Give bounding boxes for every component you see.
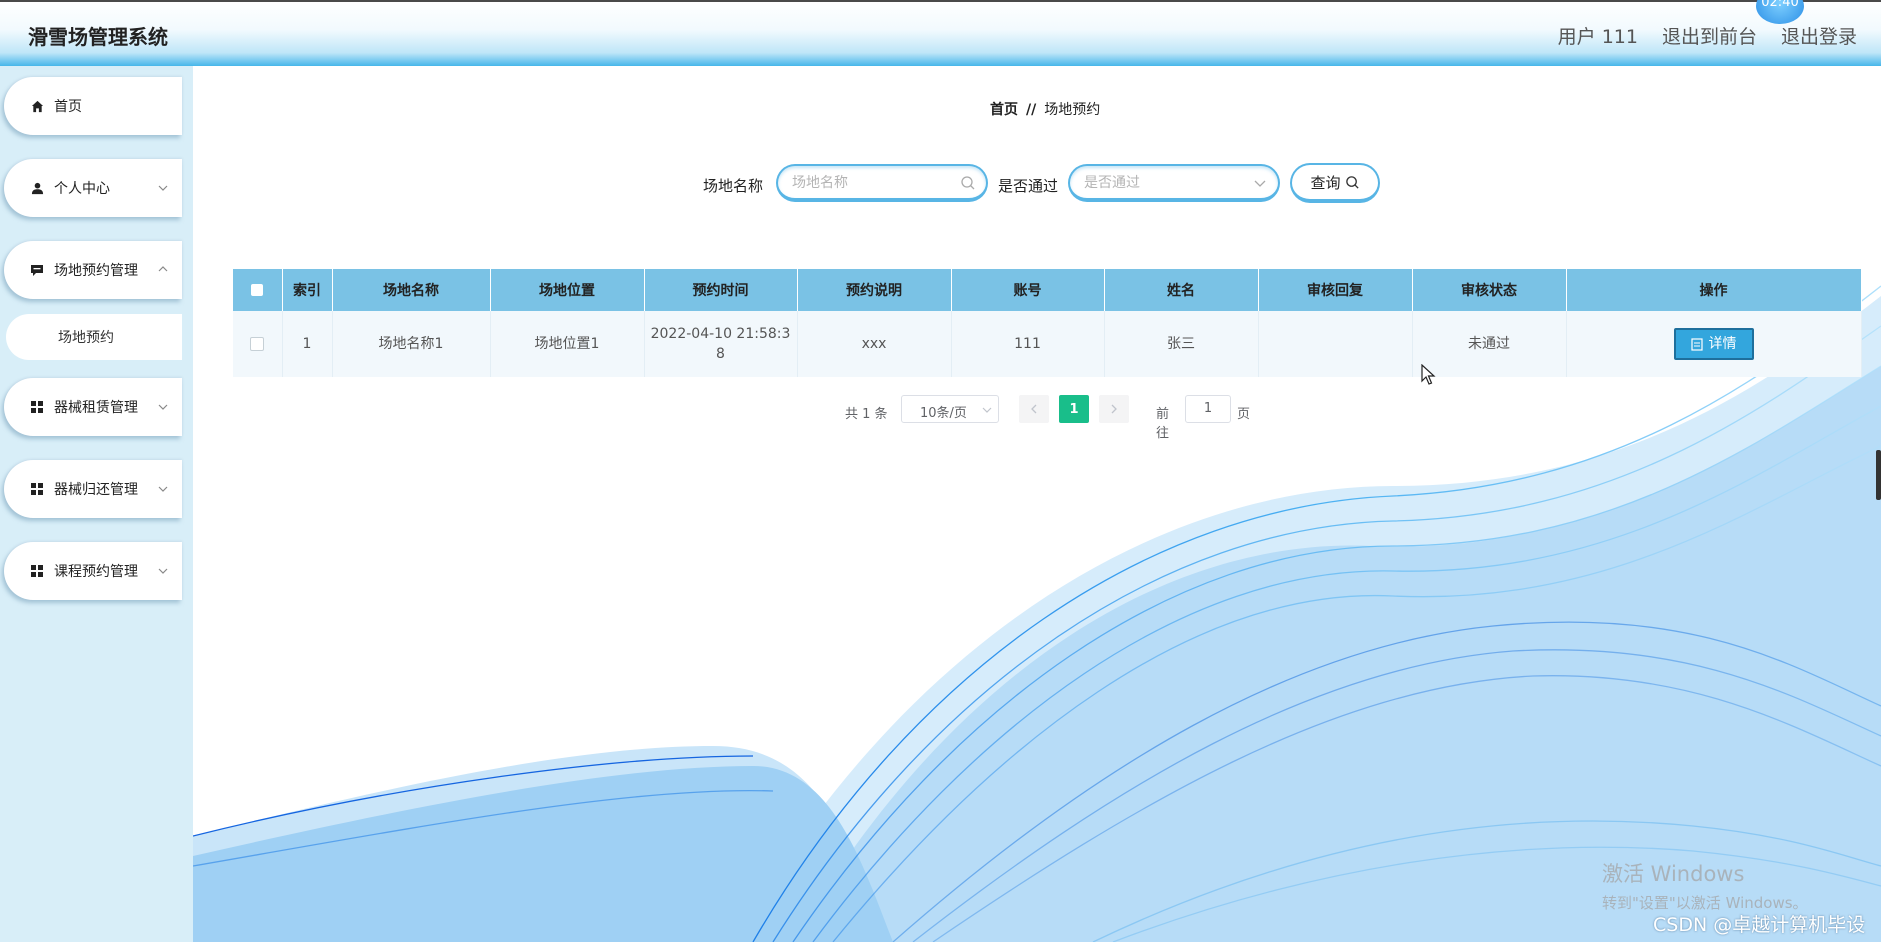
booking-table: 索引 场地名称 场地位置 预约时间 预约说明 账号 姓名 审核回复 审核状态 操… (233, 269, 1862, 377)
table-header-row: 索引 场地名称 场地位置 预约时间 预约说明 账号 姓名 审核回复 审核状态 操… (233, 269, 1862, 311)
cell-reply (1258, 311, 1413, 377)
page-number-active[interactable]: 1 (1059, 395, 1089, 423)
cell-index: 1 (282, 311, 333, 377)
top-edge (0, 0, 1881, 2)
chevron-left-icon (1031, 404, 1037, 414)
chevron-down-icon (1254, 180, 1266, 187)
column-header: 审核状态 (1412, 269, 1567, 311)
sidebar-item-label: 场地预约管理 (54, 263, 138, 279)
chevron-right-icon (1111, 404, 1117, 414)
pass-status-placeholder: 是否通过 (1084, 175, 1140, 191)
column-header: 姓名 (1104, 269, 1259, 311)
search-icon (1345, 175, 1359, 189)
breadcrumb-separator: // (1026, 102, 1037, 118)
cell-venue-location: 场地位置1 (490, 311, 645, 377)
cell-account: 111 (951, 311, 1105, 377)
grid-icon (30, 400, 44, 414)
breadcrumb: 首页 // 场地预约 (990, 99, 1100, 119)
column-header: 场地名称 (332, 269, 491, 311)
sidebar-item-label: 个人中心 (54, 181, 110, 197)
breadcrumb-current: 场地预约 (1044, 102, 1101, 118)
select-all-cell[interactable] (233, 269, 283, 311)
search-icon (961, 176, 975, 190)
document-icon (1690, 337, 1703, 351)
user-label: 用户 111 (1557, 26, 1638, 48)
chat-icon (30, 263, 44, 277)
page-size-select[interactable]: 10条/页 (901, 395, 999, 423)
venue-name-placeholder: 场地名称 (792, 175, 848, 191)
select-all-checkbox[interactable] (251, 284, 264, 296)
pass-status-label: 是否通过 (998, 177, 1059, 195)
sidebar: 首页 个人中心 场地预约管理 场地预约 器械租赁管理 器械归还管理 课程预约管理 (0, 66, 193, 942)
sidebar-item-equipment-rental[interactable]: 器械租赁管理 (4, 378, 182, 436)
page-size-value: 10条/页 (920, 406, 967, 421)
chevron-up-icon (158, 266, 168, 272)
mouse-cursor-icon (1421, 364, 1436, 385)
sidebar-item-profile[interactable]: 个人中心 (4, 159, 182, 217)
column-header: 场地位置 (490, 269, 645, 311)
cell-venue-name: 场地名称1 (332, 311, 491, 377)
windows-activation-watermark: 激活 Windows 转到"设置"以激活 Windows。 (1602, 858, 1808, 913)
query-button-label: 查询 (1310, 173, 1341, 192)
home-icon (30, 99, 44, 113)
cell-note: xxx (797, 311, 952, 377)
sidebar-item-label: 首页 (54, 99, 82, 115)
detail-button-label: 详情 (1708, 336, 1737, 352)
chevron-down-icon (158, 568, 168, 574)
column-header: 预约说明 (797, 269, 952, 311)
user-icon (30, 181, 44, 195)
chevron-down-icon (158, 185, 168, 191)
csdn-watermark: CSDN @卓越计算机毕设 (1653, 914, 1866, 936)
cell-name: 张三 (1104, 311, 1259, 377)
column-header: 预约时间 (644, 269, 798, 311)
to-frontend-link[interactable]: 退出到前台 (1662, 22, 1757, 49)
detail-button[interactable]: 详情 (1673, 328, 1754, 360)
page-suffix: 页 (1237, 407, 1251, 422)
chevron-down-icon (158, 486, 168, 492)
sidebar-item-venue-booking[interactable]: 场地预约管理 (4, 241, 182, 299)
column-header: 账号 (951, 269, 1105, 311)
grid-icon (30, 564, 44, 578)
grid-icon (30, 482, 44, 496)
column-header: 操作 (1566, 269, 1862, 311)
pagination-total: 共 1 条 (845, 407, 888, 422)
row-checkbox[interactable] (250, 337, 265, 351)
chevron-down-icon (158, 404, 168, 410)
cell-booking-time: 2022-04-10 21:58:3 8 (644, 311, 798, 377)
sidebar-item-equipment-return[interactable]: 器械归还管理 (4, 460, 182, 518)
sidebar-item-course-booking[interactable]: 课程预约管理 (4, 542, 182, 600)
query-button[interactable]: 查询 (1290, 163, 1380, 203)
column-header: 索引 (282, 269, 333, 311)
venue-name-input[interactable]: 场地名称 (776, 164, 988, 202)
chevron-down-icon (982, 407, 992, 413)
goto-page-input[interactable]: 1 (1185, 395, 1231, 423)
booking-time-line2: 8 (716, 346, 725, 362)
windows-watermark-line1: 激活 Windows (1602, 862, 1745, 886)
app-title: 滑雪场管理系统 (28, 25, 168, 49)
breadcrumb-home[interactable]: 首页 (990, 102, 1018, 118)
sidebar-item-label: 器械租赁管理 (54, 400, 138, 416)
venue-name-label: 场地名称 (703, 177, 764, 195)
header-actions: 用户 111 退出到前台 退出登录 (1558, 22, 1857, 49)
row-select-cell[interactable] (233, 311, 283, 377)
sidebar-item-label: 课程预约管理 (54, 564, 138, 580)
prev-page-button[interactable] (1019, 395, 1049, 423)
wave-background (193, 285, 1881, 942)
sidebar-item-label: 器械归还管理 (54, 482, 138, 498)
cell-actions: 详情 (1566, 311, 1862, 377)
logout-link[interactable]: 退出登录 (1781, 22, 1857, 49)
next-page-button[interactable] (1099, 395, 1129, 423)
page-scrollbar[interactable] (1876, 450, 1881, 500)
top-bar: 滑雪场管理系统 用户 111 退出到前台 退出登录 02:40 (0, 0, 1881, 66)
column-header: 审核回复 (1258, 269, 1413, 311)
main-content: 首页 // 场地预约 场地名称 场地名称 是否通过 是否通过 查询 索引 场地名称 … (193, 66, 1881, 942)
sidebar-item-home[interactable]: 首页 (4, 77, 182, 135)
table-row: 1 场地名称1 场地位置1 2022-04-10 21:58:3 8 xxx 1… (233, 311, 1862, 377)
pass-status-select[interactable]: 是否通过 (1068, 164, 1280, 202)
submenu-item-venue-booking[interactable]: 场地预约 (6, 314, 182, 360)
goto-label: 前往 (1156, 407, 1170, 441)
booking-time-line1: 2022-04-10 21:58:3 (650, 326, 791, 342)
clock-badge: 02:40 (1756, 0, 1804, 24)
